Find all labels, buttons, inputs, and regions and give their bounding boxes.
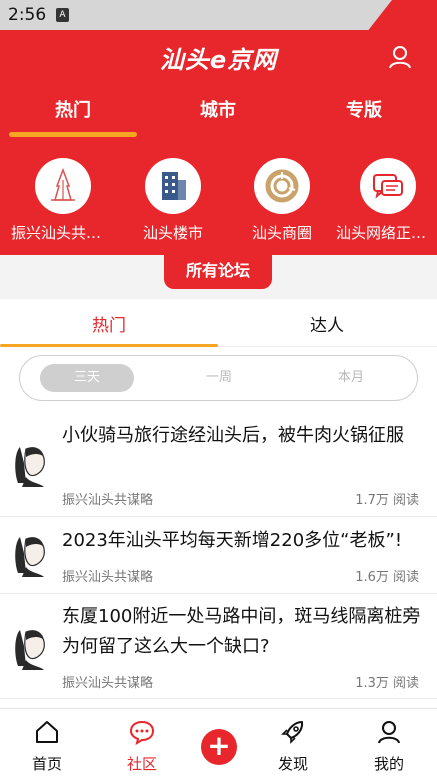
active-tab-indicator <box>9 132 137 137</box>
tab-special[interactable]: 专版 <box>304 96 424 122</box>
sub-tabs: 热门 达人 <box>0 299 437 347</box>
nav-label: 发现 <box>277 755 308 773</box>
category-row: 振兴汕头共谋略 汕头楼市 汕头商圈 汕头网络正能量 <box>0 158 437 248</box>
user-icon-glyph <box>389 46 411 69</box>
post-title: 2023年汕头平均每天新增220多位“老板”! <box>62 530 403 551</box>
nav-label: 社区 <box>126 755 157 773</box>
chat-bubbles-icon <box>360 158 416 214</box>
avatar <box>12 443 50 487</box>
nav-home[interactable]: 首页 <box>12 719 82 774</box>
community-chat-icon <box>129 720 155 746</box>
status-time: 2:56 <box>8 5 47 25</box>
header: 汕头e京网 热门 城市 专版 振兴汕头共谋略 汕头楼市 汕头商圈 汕头网络正能量 <box>0 30 437 280</box>
post-title: 东厦100附近一处马路中间，斑马线隔离桩旁为何留了这么大一个缺口? <box>62 606 421 657</box>
nav-discover[interactable]: 发现 <box>258 719 328 774</box>
nav-label: 我的 <box>373 755 404 773</box>
post-title: 小伙骑马旅行途经汕头后，被牛肉火锅征服 <box>62 425 404 446</box>
post-author: 振兴汕头共谋略 <box>62 570 154 585</box>
profile-icon <box>378 721 400 744</box>
category-property[interactable]: 汕头楼市 <box>118 158 228 243</box>
tab-hot[interactable]: 热门 <box>13 96 133 122</box>
building-icon <box>145 158 201 214</box>
category-positive-energy[interactable]: 汕头网络正能量 <box>333 158 437 243</box>
category-label: 汕头网络正能量 <box>336 224 437 242</box>
nav-community[interactable]: 社区 <box>107 719 177 774</box>
status-bar: 2:56 A <box>0 0 437 30</box>
nav-label: 首页 <box>31 755 62 773</box>
post-author: 振兴汕头共谋略 <box>62 493 154 508</box>
post-item[interactable]: 小伙骑马旅行途经汕头后，被牛肉火锅征服 振兴汕头共谋略 1.7万 阅读 <box>0 415 437 517</box>
filter-three-days[interactable]: 三天 <box>40 364 134 392</box>
bottom-nav: 首页 社区 + 发现 我的 <box>0 708 437 778</box>
avatar <box>12 626 50 670</box>
a-icon: A <box>56 8 69 22</box>
nav-me[interactable]: 我的 <box>354 719 424 774</box>
all-forums-button[interactable]: 所有论坛 <box>164 253 272 289</box>
avatar <box>12 533 50 577</box>
subtab-hot[interactable]: 热门 <box>0 311 218 336</box>
brand-logo: 汕头e京网 <box>159 46 278 74</box>
tower-icon <box>35 158 91 214</box>
subtab-indicator <box>0 344 218 347</box>
filter-month[interactable]: 本月 <box>304 364 398 392</box>
category-label: 汕头商圈 <box>251 224 312 242</box>
subtab-experts[interactable]: 达人 <box>218 311 436 336</box>
app-screen: 2:56 A 汕头e京网 热门 城市 专版 振兴汕头共谋略 汕头楼市 汕头商圈 … <box>0 0 437 778</box>
post-views: 1.3万 阅读 <box>355 676 419 691</box>
home-icon <box>36 721 58 743</box>
post-item[interactable]: 东厦100附近一处马路中间，斑马线隔离桩旁为何留了这么大一个缺口? 振兴汕头共谋… <box>0 594 437 699</box>
category-revitalize[interactable]: 振兴汕头共谋略 <box>8 158 118 243</box>
category-label: 振兴汕头共谋略 <box>11 224 115 242</box>
circle-chart-icon <box>254 158 310 214</box>
category-business[interactable]: 汕头商圈 <box>227 158 337 243</box>
post-item[interactable]: 2023年汕头平均每天新增220多位“老板”! 振兴汕头共谋略 1.6万 阅读 <box>0 517 437 594</box>
rocket-icon <box>281 721 304 744</box>
tab-city[interactable]: 城市 <box>158 96 278 122</box>
plus-icon[interactable]: + <box>201 729 237 765</box>
time-filter: 三天 一周 本月 <box>19 355 418 401</box>
user-icon[interactable] <box>387 44 413 70</box>
post-views: 1.6万 阅读 <box>355 570 419 585</box>
filter-week[interactable]: 一周 <box>172 364 266 392</box>
category-label: 汕头楼市 <box>142 224 203 242</box>
post-author: 振兴汕头共谋略 <box>62 676 154 691</box>
post-views: 1.7万 阅读 <box>355 493 419 508</box>
